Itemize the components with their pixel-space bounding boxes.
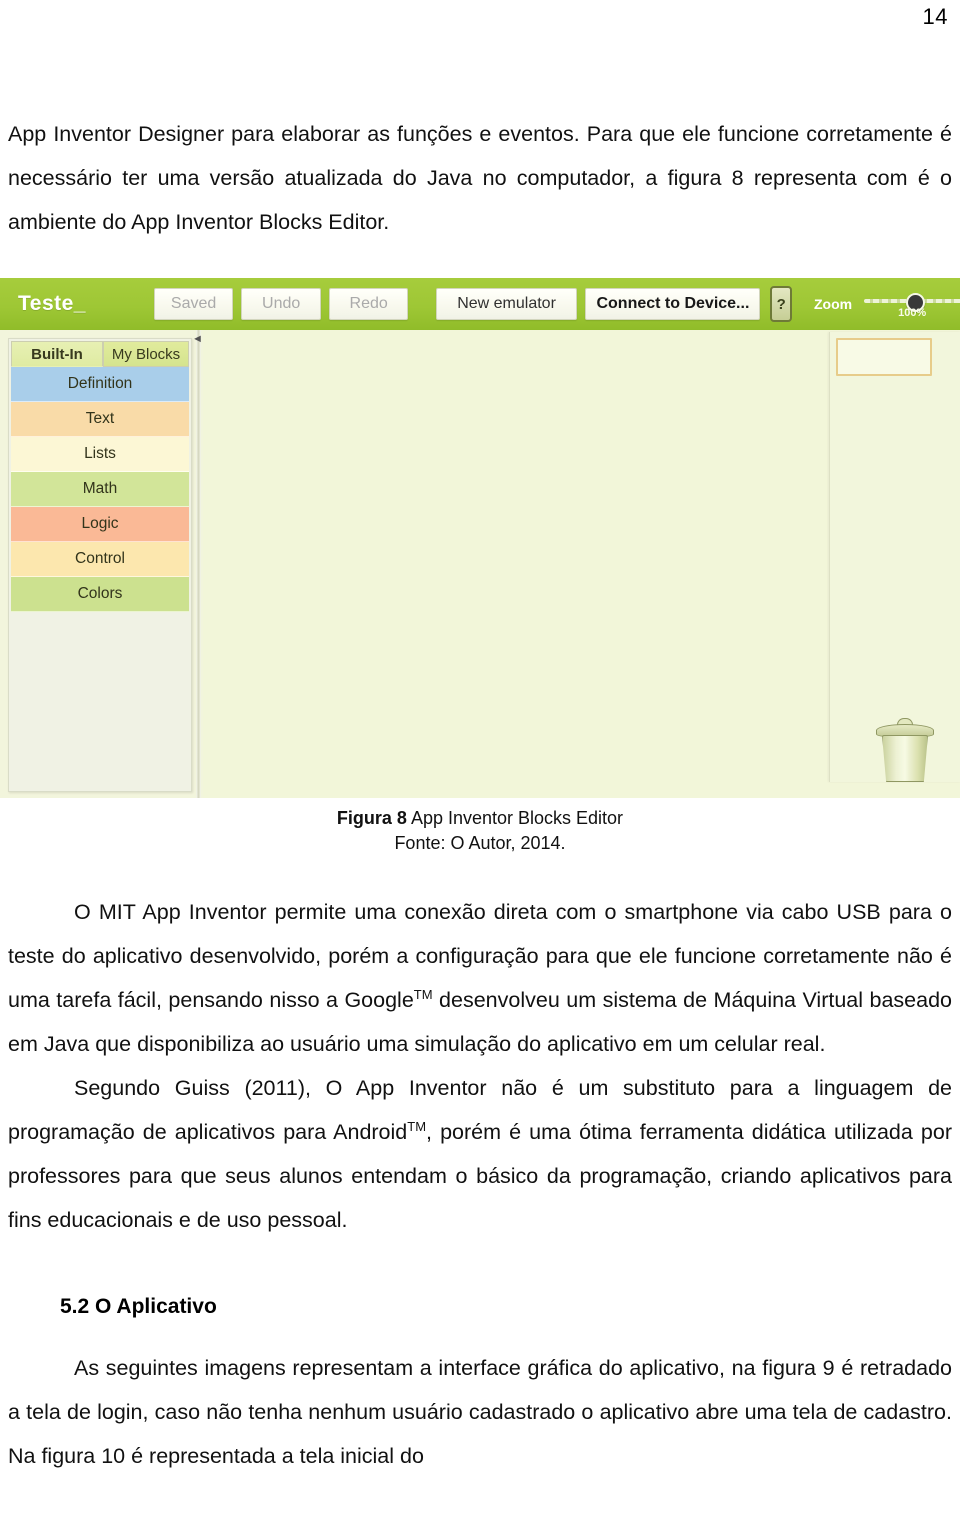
zoom-percent-label: 100% xyxy=(898,307,927,319)
paragraph-mit-app-inventor: O MIT App Inventor permite uma conexão d… xyxy=(8,890,952,1066)
figure-caption-number: Figura 8 xyxy=(336,808,407,828)
paragraph-intro: App Inventor Designer para elaborar as f… xyxy=(8,122,952,234)
palette-item-math[interactable]: Math xyxy=(11,472,189,507)
app-inventor-blocks-editor-screenshot: Teste_ Saved Undo Redo New emulator Conn… xyxy=(0,278,960,798)
paragraph-guiss: Segundo Guiss (2011), O App Inventor não… xyxy=(8,1066,952,1242)
zoom-label: Zoom xyxy=(813,296,853,312)
palette-item-text[interactable]: Text xyxy=(11,402,189,437)
palette-tabs: Built-In My Blocks xyxy=(11,341,189,367)
canvas-right-panel xyxy=(829,332,960,782)
palette-category-list: Definition Text Lists Math Logic Control… xyxy=(11,367,189,612)
blocks-editor-body: Built-In My Blocks Definition Text Lists… xyxy=(0,330,960,798)
figure-8: Teste_ Saved Undo Redo New emulator Conn… xyxy=(0,278,960,856)
section-title-5-2: 5.2 O Aplicativo xyxy=(60,1295,217,1318)
canvas-highlight-box[interactable] xyxy=(836,338,932,376)
tab-my-blocks[interactable]: My Blocks xyxy=(103,341,189,367)
trademark-superscript: TM xyxy=(413,986,433,1002)
page-number: 14 xyxy=(922,4,948,29)
project-name-label: Teste_ xyxy=(18,292,86,315)
help-phone-icon[interactable]: ? xyxy=(770,286,792,322)
blocks-canvas[interactable] xyxy=(203,330,960,798)
new-emulator-button[interactable]: New emulator xyxy=(435,288,578,320)
palette-item-definition[interactable]: Definition xyxy=(11,367,189,402)
figure-caption: Figura 8 App Inventor Blocks Editor Font… xyxy=(0,806,960,856)
document-body: App Inventor Designer para elaborar as f… xyxy=(0,112,960,1478)
connect-to-device-button[interactable]: Connect to Device... xyxy=(585,288,761,320)
redo-button[interactable]: Redo xyxy=(328,288,409,320)
zoom-slider[interactable]: 100% xyxy=(864,290,960,319)
undo-button[interactable]: Undo xyxy=(241,288,321,320)
tab-built-in[interactable]: Built-In xyxy=(11,341,103,367)
palette-item-logic[interactable]: Logic xyxy=(11,507,189,542)
palette-item-lists[interactable]: Lists xyxy=(11,437,189,472)
trademark-superscript: TM xyxy=(407,1118,427,1134)
palette-item-control[interactable]: Control xyxy=(11,542,189,577)
figure-source: Fonte: O Autor, 2014. xyxy=(394,833,566,853)
palette-item-colors[interactable]: Colors xyxy=(11,577,189,612)
blocks-editor-toolbar: Teste_ Saved Undo Redo New emulator Conn… xyxy=(0,278,960,330)
saved-button[interactable]: Saved xyxy=(153,288,234,320)
figure-caption-text: App Inventor Blocks Editor xyxy=(406,808,624,828)
palette-canvas-divider[interactable] xyxy=(196,330,201,798)
trash-body xyxy=(882,735,928,782)
trash-can-icon[interactable] xyxy=(876,718,934,782)
blocks-palette-panel: Built-In My Blocks Definition Text Lists… xyxy=(8,338,192,792)
paragraph-aplicativo: As seguintes imagens representam a inter… xyxy=(8,1356,952,1468)
